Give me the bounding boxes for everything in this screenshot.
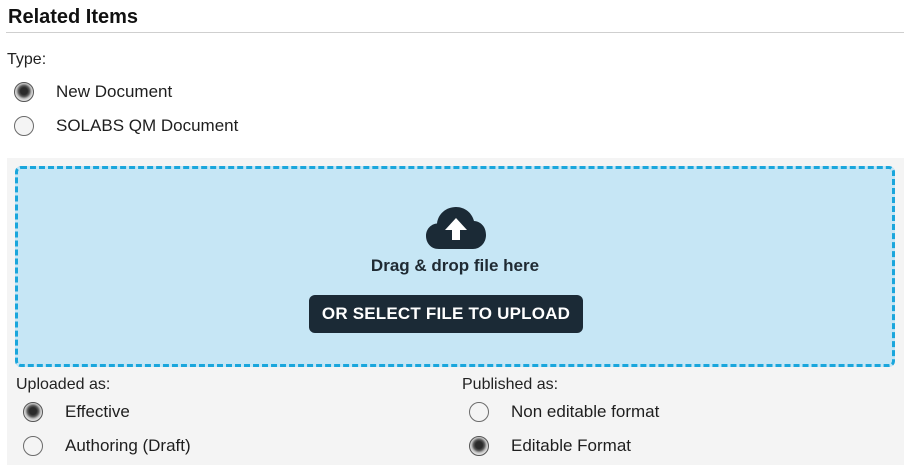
select-file-button[interactable]: OR SELECT FILE TO UPLOAD xyxy=(309,295,583,333)
radio-button[interactable] xyxy=(23,436,43,456)
radio-button[interactable] xyxy=(469,402,489,422)
radio-button[interactable] xyxy=(469,436,489,456)
radio-effective[interactable]: Effective xyxy=(23,402,130,422)
radio-label: SOLABS QM Document xyxy=(56,116,239,135)
radio-non-editable-format[interactable]: Non editable format xyxy=(469,402,659,422)
cloud-upload-icon xyxy=(426,207,486,249)
radio-label: Effective xyxy=(65,402,130,421)
title-divider xyxy=(6,32,904,33)
uploaded-as-label: Uploaded as: xyxy=(16,376,111,393)
drop-instruction: Drag & drop file here xyxy=(370,256,540,275)
published-as-label: Published as: xyxy=(462,376,559,393)
radio-new-document[interactable]: New Document xyxy=(14,82,172,102)
radio-button[interactable] xyxy=(14,116,34,136)
radio-label: Authoring (Draft) xyxy=(65,436,191,455)
radio-editable-format[interactable]: Editable Format xyxy=(469,436,631,456)
radio-solabs-qm-document[interactable]: SOLABS QM Document xyxy=(14,116,238,136)
radio-label: New Document xyxy=(56,82,173,101)
radio-authoring-draft[interactable]: Authoring (Draft) xyxy=(23,436,191,456)
radio-label: Editable Format xyxy=(511,436,631,455)
radio-button[interactable] xyxy=(23,402,43,422)
type-label: Type: xyxy=(7,51,47,68)
section-title: Related Items xyxy=(8,6,139,28)
radio-label: Non editable format xyxy=(511,402,660,421)
radio-button[interactable] xyxy=(14,82,34,102)
